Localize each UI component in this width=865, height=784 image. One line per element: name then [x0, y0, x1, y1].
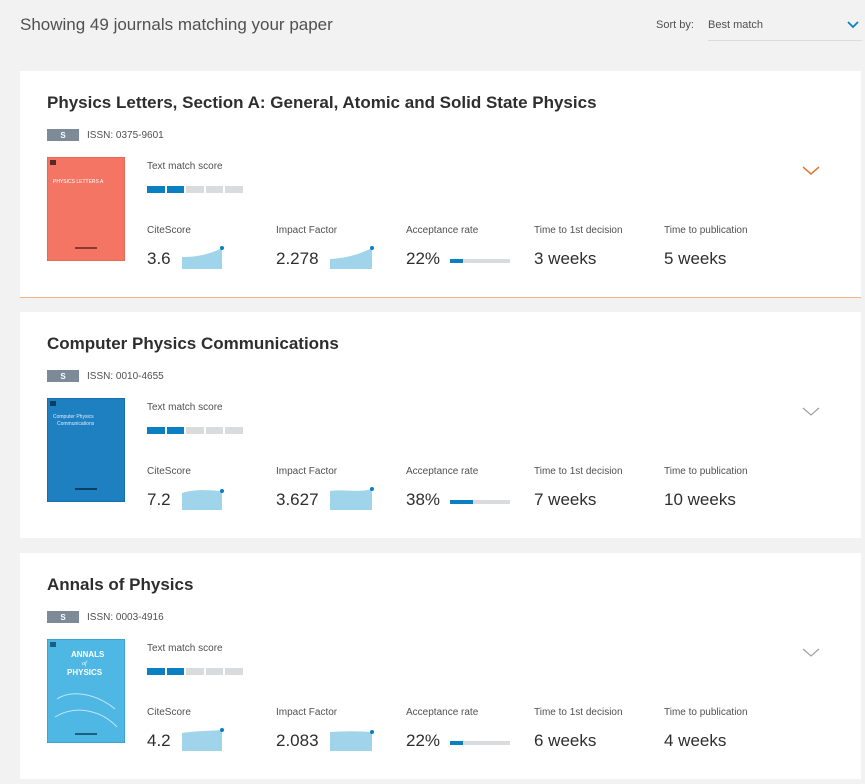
journal-title[interactable]: Physics Letters, Section A: General, Ato… — [47, 93, 597, 113]
journal-cover: PHYSICS LETTERS A — [47, 157, 125, 261]
citescore-sparkline — [182, 246, 224, 269]
time-publication-label: Time to publication — [664, 707, 748, 718]
score-segment-filled — [166, 186, 185, 193]
time-publication-value: 5 weeks — [664, 249, 727, 268]
time-first-decision-label: Time to 1st decision — [534, 466, 623, 477]
acceptance-rate-value: 22% — [406, 249, 441, 268]
acceptance-rate-value: 22% — [406, 731, 441, 750]
score-segment-empty — [205, 668, 224, 675]
impact-factor-sparkline — [330, 487, 374, 510]
score-segment-empty — [205, 186, 224, 193]
impact-factor-label: Impact Factor — [276, 707, 338, 718]
issn: ISSN: 0003-4916 — [87, 611, 164, 623]
citescore-label: CiteScore — [147, 466, 191, 477]
impact-factor-value: 2.278 — [276, 249, 319, 268]
scopus-badge: S — [47, 611, 79, 623]
issn-row: S ISSN: 0010-4655 — [47, 369, 164, 383]
journal-title[interactable]: Computer Physics Communications — [47, 334, 339, 354]
score-segment-empty — [225, 427, 243, 434]
svg-text:Computer Physics: Computer Physics — [53, 414, 94, 420]
acceptance-rate-fill — [450, 500, 473, 504]
svg-text:Communications: Communications — [57, 421, 95, 427]
citescore-label: CiteScore — [147, 225, 191, 236]
acceptance-rate-fill — [450, 259, 464, 263]
impact-factor-value: 3.627 — [276, 490, 319, 509]
issn-row: S ISSN: 0375-9601 — [47, 128, 164, 142]
chevron-down-icon[interactable] — [801, 645, 821, 659]
acceptance-rate-value: 38% — [406, 490, 441, 509]
issn: ISSN: 0375-9601 — [87, 129, 164, 141]
impact-factor-label: Impact Factor — [276, 225, 338, 236]
time-publication-label: Time to publication — [664, 466, 748, 477]
time-publication-value: 4 weeks — [664, 731, 727, 750]
citescore-label: CiteScore — [147, 707, 191, 718]
time-first-decision-value: 6 weeks — [534, 731, 597, 750]
journal-cover: Computer Physics Communications — [47, 398, 125, 502]
acceptance-rate-label: Acceptance rate — [406, 707, 479, 718]
acceptance-rate-bar — [450, 741, 510, 745]
results-count: Showing 49 journals matching your paper — [20, 15, 333, 34]
time-first-decision-label: Time to 1st decision — [534, 225, 623, 236]
chevron-down-icon[interactable] — [801, 404, 821, 418]
journal-card[interactable]: Annals of Physics S ISSN: 0003-4916 ANNA… — [20, 553, 861, 779]
issn-row: S ISSN: 0003-4916 — [47, 610, 164, 624]
acceptance-rate-label: Acceptance rate — [406, 225, 479, 236]
citescore-value: 3.6 — [147, 249, 171, 268]
score-segment-filled — [166, 668, 185, 675]
sort-select[interactable]: Best match — [708, 12, 862, 41]
score-segment-filled — [166, 427, 185, 434]
svg-text:ANNALS: ANNALS — [71, 650, 105, 659]
journal-title[interactable]: Annals of Physics — [47, 575, 193, 595]
citescore-sparkline — [182, 489, 224, 510]
text-match-score-label: Text match score — [147, 402, 223, 413]
time-first-decision-label: Time to 1st decision — [534, 707, 623, 718]
citescore-sparkline — [182, 728, 224, 751]
score-segment-filled — [147, 186, 165, 193]
citescore-value: 7.2 — [147, 490, 171, 509]
time-publication-label: Time to publication — [664, 225, 748, 236]
text-match-score-bar — [147, 668, 243, 675]
score-segment-empty — [225, 668, 243, 675]
acceptance-rate-fill — [450, 741, 464, 745]
results-header: Showing 49 journals matching your paper … — [0, 0, 865, 60]
issn: ISSN: 0010-4655 — [87, 370, 164, 382]
score-segment-empty — [186, 668, 204, 675]
time-publication-value: 10 weeks — [664, 490, 736, 509]
acceptance-rate-label: Acceptance rate — [406, 466, 479, 477]
score-segment-empty — [225, 186, 243, 193]
score-segment-empty — [186, 186, 204, 193]
text-match-score-bar — [147, 186, 243, 193]
score-segment-filled — [147, 427, 165, 434]
journal-cover: ANNALS of PHYSICS — [47, 639, 125, 743]
score-segment-empty — [186, 427, 204, 434]
text-match-score-label: Text match score — [147, 643, 223, 654]
impact-factor-value: 2.083 — [276, 731, 319, 750]
sort-label: Sort by: — [656, 19, 694, 31]
text-match-score-bar — [147, 427, 243, 434]
journal-card[interactable]: Computer Physics Communications S ISSN: … — [20, 312, 861, 538]
score-segment-empty — [205, 427, 224, 434]
impact-factor-label: Impact Factor — [276, 466, 338, 477]
chevron-down-icon — [847, 21, 859, 29]
text-match-score-label: Text match score — [147, 161, 223, 172]
svg-text:PHYSICS: PHYSICS — [67, 668, 103, 677]
time-first-decision-value: 3 weeks — [534, 249, 597, 268]
score-segment-filled — [147, 668, 165, 675]
journal-card[interactable]: Physics Letters, Section A: General, Ato… — [20, 71, 861, 298]
cover-text: PHYSICS LETTERS A — [53, 179, 104, 185]
scopus-badge: S — [47, 370, 79, 382]
scopus-badge: S — [47, 129, 79, 141]
sort-value: Best match — [708, 19, 764, 31]
chevron-down-icon[interactable] — [801, 163, 821, 177]
citescore-value: 4.2 — [147, 731, 171, 750]
time-first-decision-value: 7 weeks — [534, 490, 597, 509]
acceptance-rate-bar — [450, 259, 510, 263]
impact-factor-sparkline — [330, 246, 374, 269]
impact-factor-sparkline — [330, 730, 374, 751]
acceptance-rate-bar — [450, 500, 510, 504]
